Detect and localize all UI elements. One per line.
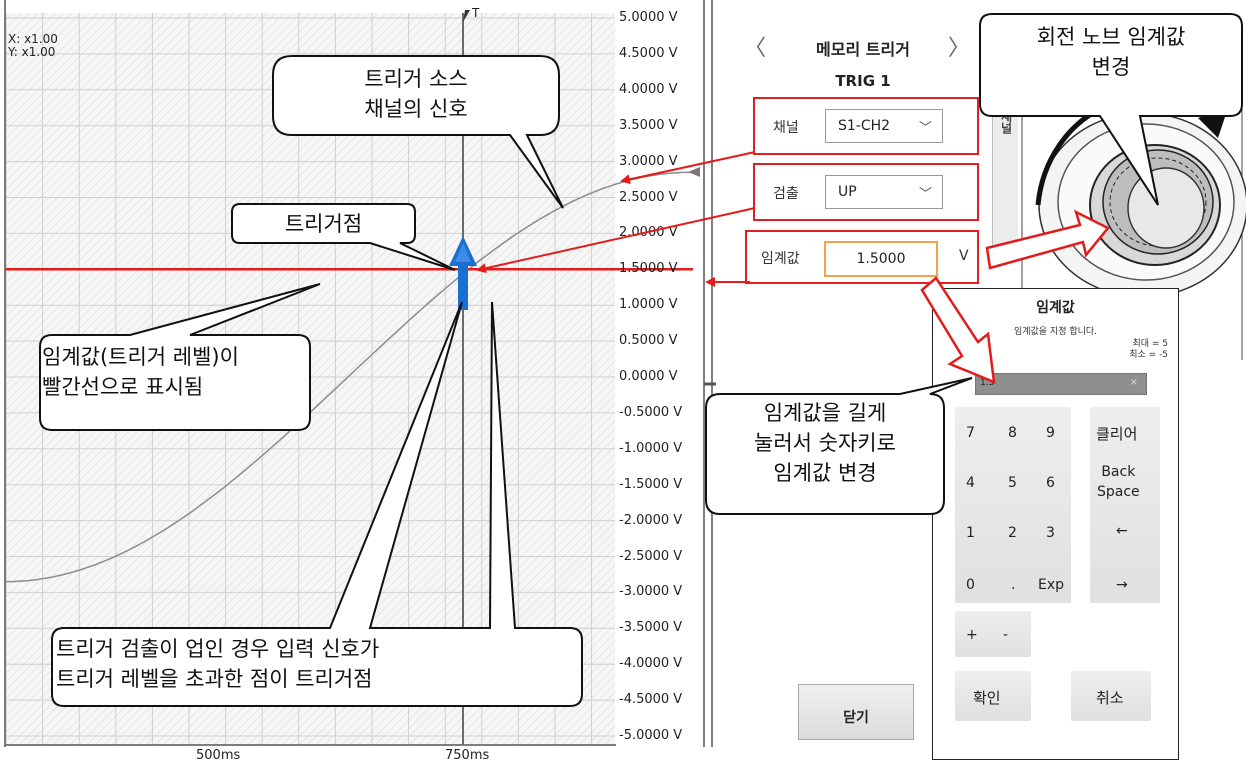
callout-knob-text: 회전 노브 임계값 변경 <box>980 22 1242 82</box>
callout-trigger-point-text: 트리거점 <box>284 212 363 236</box>
callout-threshold-text: 임계값(트리거 레벨)이 빨간선으로 표시됨 <box>40 342 312 402</box>
block-arrow-to-knob <box>985 209 1110 270</box>
callout-detect-up-text: 트리거 검출이 업인 경우 입력 신호가 트리거 레벨을 초과한 점이 트리거점 <box>54 634 582 694</box>
callout-long-press-text: 임계값을 길게 눌러서 숫자키로 임계값 변경 <box>706 398 944 488</box>
callout-source-signal-text: 트리거 소스 채널의 신호 <box>273 64 559 124</box>
callout-source-line1: 트리거 소스 <box>364 67 468 91</box>
callout-threshold-line1: 임계값(트리거 레벨)이 <box>42 345 239 369</box>
callout-source-line2: 채널의 신호 <box>364 97 468 121</box>
callout-knob-line1: 회전 노브 임계값 <box>1036 25 1186 49</box>
callout-long-press-line2: 눌러서 숫자키로 <box>754 431 896 455</box>
callout-detect-line2: 트리거 레벨을 초과한 점이 트리거점 <box>56 667 373 691</box>
callout-threshold-line2: 빨간선으로 표시됨 <box>42 375 204 399</box>
block-arrow-to-keypad <box>920 276 996 384</box>
callout-detect-line1: 트리거 검출이 업인 경우 입력 신호가 <box>56 637 380 661</box>
callout-knob-line2: 변경 <box>1091 55 1131 79</box>
callout-long-press-line3: 임계값 변경 <box>773 461 877 485</box>
callout-long-press-line1: 임계값을 길게 <box>763 401 887 425</box>
